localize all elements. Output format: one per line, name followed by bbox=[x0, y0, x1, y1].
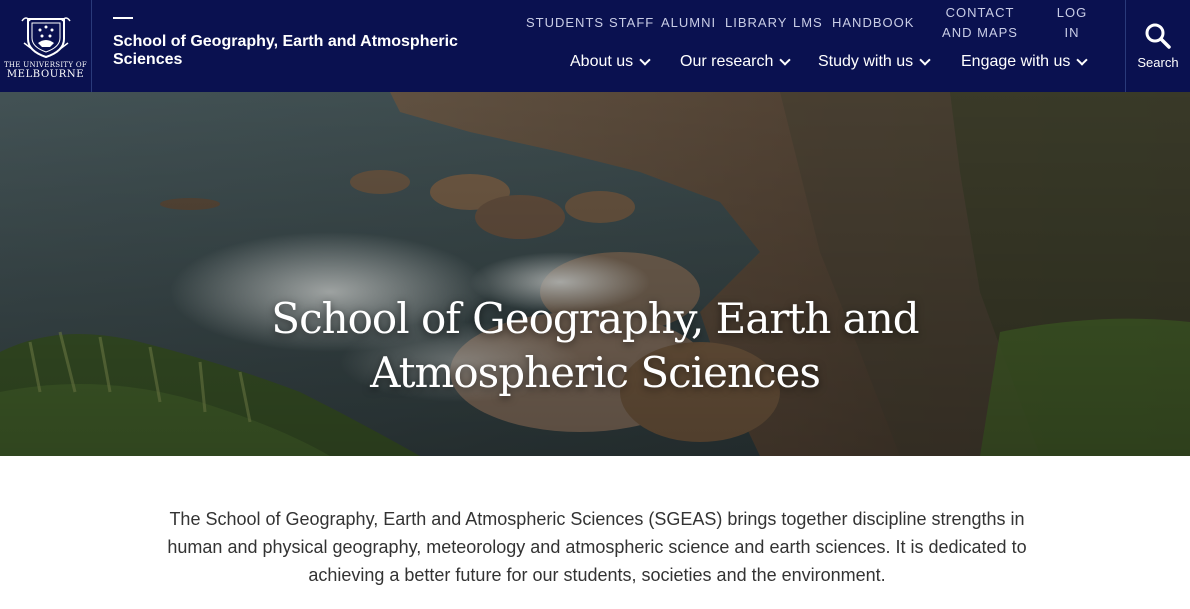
util-link-alumni[interactable]: ALUMNI bbox=[661, 13, 716, 33]
nav-engage-with-us[interactable]: Engage with us bbox=[961, 50, 1089, 74]
logo-line1: THE UNIVERSITY OF bbox=[3, 60, 88, 69]
intro-paragraph: The School of Geography, Earth and Atmos… bbox=[167, 509, 1027, 585]
util-link-handbook[interactable]: HANDBOOK bbox=[832, 13, 914, 33]
hero-banner: School of Geography, Earth and Atmospher… bbox=[0, 92, 1190, 456]
nav-study-with-us[interactable]: Study with us bbox=[818, 50, 931, 74]
nav-our-research[interactable]: Our research bbox=[680, 50, 792, 74]
util-link-students[interactable]: STUDENTS bbox=[526, 13, 604, 33]
chevron-down-icon bbox=[779, 54, 792, 66]
util-link-log-in[interactable]: LOG IN bbox=[1052, 3, 1092, 43]
util-link-staff[interactable]: STAFF bbox=[609, 13, 654, 33]
site-header: THE UNIVERSITY OF MELBOURNE School of Ge… bbox=[0, 0, 1190, 92]
search-icon bbox=[1145, 23, 1171, 49]
nav-about-us-label: About us bbox=[570, 53, 634, 70]
nav-study-with-us-label: Study with us bbox=[818, 53, 914, 70]
chevron-down-icon bbox=[639, 54, 651, 66]
hero-title-line2: Atmospheric Sciences bbox=[370, 348, 821, 397]
util-link-lms[interactable]: LMS bbox=[793, 13, 823, 33]
logo-line2: MELBOURNE bbox=[6, 68, 85, 80]
site-title[interactable]: School of Geography, Earth and Atmospher… bbox=[113, 33, 473, 69]
hero-landscape-image bbox=[0, 92, 1190, 456]
nav-engage-with-us-label: Engage with us bbox=[961, 53, 1071, 70]
title-accent-bar bbox=[113, 17, 133, 19]
search-button[interactable]: Search bbox=[1125, 0, 1190, 92]
chevron-down-icon bbox=[1076, 54, 1089, 66]
nav-our-research-label: Our research bbox=[680, 53, 774, 70]
util-link-contact-and-maps[interactable]: CONTACT AND MAPS bbox=[930, 3, 1030, 43]
nav-about-us[interactable]: About us bbox=[570, 50, 651, 74]
chevron-down-icon bbox=[919, 54, 931, 66]
crest-icon bbox=[20, 16, 71, 58]
hero-title-line1: School of Geography, Earth and bbox=[271, 294, 919, 343]
hero-title: School of Geography, Earth and Atmospher… bbox=[0, 292, 1190, 400]
university-logo[interactable]: THE UNIVERSITY OF MELBOURNE bbox=[0, 0, 92, 92]
util-link-library[interactable]: LIBRARY bbox=[725, 13, 787, 33]
search-label: Search bbox=[1137, 54, 1179, 70]
